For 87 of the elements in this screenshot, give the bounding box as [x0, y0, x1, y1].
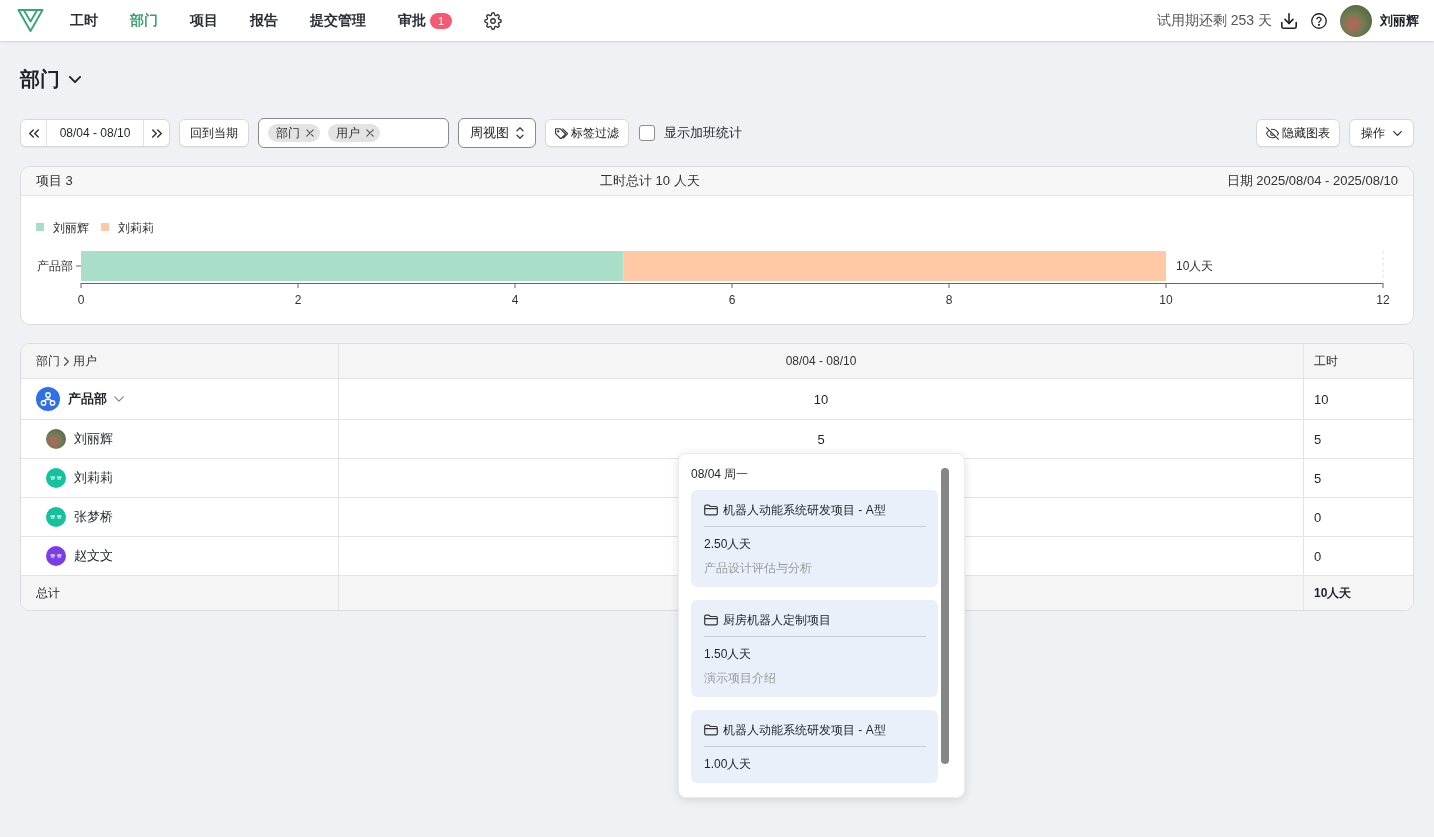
- date-range-text: 日期 2025/08/04 - 2025/08/10: [1226, 172, 1398, 190]
- total-cell: 10人天: [1314, 584, 1352, 602]
- current-period-button[interactable]: 回到当期: [179, 119, 249, 147]
- group-by-field[interactable]: 部门 用户: [258, 118, 449, 148]
- org-chart-icon: [36, 387, 60, 411]
- department-name[interactable]: 产品部: [68, 390, 107, 408]
- user-name[interactable]: 刘丽辉: [1380, 11, 1419, 30]
- tag-icon: [555, 126, 568, 140]
- tick-label: 6: [728, 293, 736, 307]
- legend-label[interactable]: 刘莉莉: [118, 221, 154, 235]
- description-text: 产品设计评估与分析: [704, 561, 812, 575]
- user-name: 刘莉莉: [74, 469, 113, 487]
- column-header: 部门: [36, 352, 60, 370]
- chevron-down-icon[interactable]: [69, 75, 81, 83]
- page-title: 部门: [20, 67, 60, 92]
- trial-days-text: 试用期还剩 253 天: [1156, 11, 1272, 30]
- table-cell: 0: [1314, 509, 1322, 525]
- legend-swatch[interactable]: [36, 223, 44, 231]
- total-hours-text: 工时总计 10 人天: [599, 172, 700, 190]
- table-cell: 10: [813, 391, 829, 407]
- folder-icon: [704, 724, 718, 736]
- table-cell: 5: [817, 431, 825, 447]
- nav-tab[interactable]: 审批 1: [398, 11, 452, 30]
- user-name: 刘丽辉: [74, 430, 113, 448]
- checkbox[interactable]: [639, 125, 655, 141]
- column-header: 工时: [1314, 352, 1338, 370]
- total-label: 总计: [36, 584, 60, 602]
- popover-title: 08/04 周一: [691, 467, 749, 481]
- chevron-right-icon: [64, 356, 69, 366]
- tag-label: 部门: [276, 124, 300, 142]
- settings-icon[interactable]: [484, 11, 502, 30]
- folder-icon: [704, 504, 718, 516]
- tick-label: 2: [294, 293, 302, 307]
- remove-icon[interactable]: [306, 129, 314, 137]
- checkbox-label[interactable]: 显示加班统计: [664, 124, 742, 142]
- entry-card[interactable]: 厨房机器人定制项目 1.50人天 演示项目介绍: [691, 600, 938, 697]
- tick-label: 8: [945, 293, 953, 307]
- scrollbar[interactable]: [941, 468, 949, 764]
- table-cell: 5: [1314, 431, 1322, 447]
- double-chevron-left-icon: [28, 128, 39, 138]
- project-name: 机器人动能系统研发项目 - A型: [723, 501, 886, 519]
- value-label: 10人天: [1176, 259, 1214, 273]
- folder-icon: [704, 614, 718, 626]
- nav-tab[interactable]: 报告: [250, 11, 278, 30]
- table-cell: 5: [1314, 470, 1322, 486]
- entry-card[interactable]: 机器人动能系统研发项目 - A型 2.50人天 产品设计评估与分析: [691, 490, 938, 587]
- date-range-text[interactable]: 08/04 - 08/10: [47, 126, 143, 140]
- tick-label: 12: [1376, 293, 1390, 307]
- description-text: 演示项目介绍: [704, 671, 776, 685]
- column-header: 08/04 - 08/10: [785, 354, 857, 368]
- column-header: 用户: [73, 352, 97, 370]
- hide-chart-button[interactable]: 隐藏图表: [1256, 119, 1340, 147]
- download-icon[interactable]: [1281, 12, 1297, 29]
- double-chevron-right-icon: [151, 128, 162, 138]
- avatar-photo-placeholder[interactable]: [1340, 4, 1372, 37]
- chevron-down-icon: [1393, 130, 1402, 136]
- chevron-up-down-icon: [516, 127, 524, 139]
- tick-label: 10: [1159, 293, 1173, 307]
- eye-slash-icon: [1266, 126, 1279, 140]
- user-name: 张梦桥: [74, 508, 113, 526]
- legend-label[interactable]: 刘丽辉: [53, 221, 89, 235]
- project-name: 机器人动能系统研发项目 - A型: [723, 721, 886, 739]
- nav-tab[interactable]: 项目: [190, 11, 218, 30]
- project-name: 厨房机器人定制项目: [723, 611, 831, 629]
- actions-dropdown-button[interactable]: 操作: [1349, 119, 1414, 147]
- nav-tab[interactable]: 工时: [70, 11, 98, 30]
- user-name: 赵文文: [74, 547, 113, 565]
- hours-text: 1.00人天: [704, 757, 752, 771]
- table-cell: 0: [1314, 548, 1322, 564]
- y-axis-tick: [75, 265, 82, 267]
- project-count-text: 项目 3: [36, 172, 73, 190]
- count-badge: 1: [430, 12, 452, 29]
- tick-label: 0: [77, 293, 85, 307]
- help-icon[interactable]: [1311, 12, 1327, 29]
- hours-text: 1.50人天: [704, 647, 752, 661]
- table-cell: 10: [1314, 391, 1329, 407]
- remove-icon[interactable]: [366, 129, 374, 137]
- tag-filter-button[interactable]: 标签过滤: [545, 119, 629, 147]
- hours-text: 2.50人天: [704, 537, 752, 551]
- legend-swatch[interactable]: [101, 223, 109, 231]
- tick-label: 4: [511, 293, 519, 307]
- entry-card[interactable]: 机器人动能系统研发项目 - A型 1.00人天: [691, 710, 938, 783]
- tag-label: 用户: [336, 124, 360, 142]
- nav-tab[interactable]: 提交管理: [310, 11, 366, 30]
- category-label: 产品部: [37, 259, 73, 273]
- view-select[interactable]: 周视图: [458, 118, 536, 148]
- logo-icon[interactable]: [17, 8, 44, 33]
